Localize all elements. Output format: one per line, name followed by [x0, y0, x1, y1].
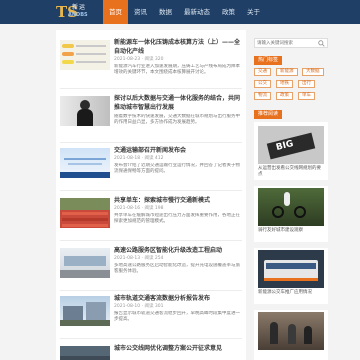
logo-chinese: 新运 — [72, 4, 87, 11]
divider — [60, 338, 242, 339]
search-icon[interactable] — [318, 40, 325, 47]
tags-section-title: 热门标签 — [254, 56, 283, 65]
sidebar: 热门标签 交通 新能源 大数据 公交 地铁 出行 物流 政策 单车 推荐阅读 B… — [254, 30, 328, 360]
article-thumbnail[interactable] — [60, 346, 110, 360]
article-excerpt: 新能源汽车行业进入加速发展期，压铸工艺与产线布局成为降本增效的关键环节，本文围绕… — [114, 64, 240, 75]
search-input[interactable] — [257, 40, 315, 47]
nav-item-latest[interactable]: 最新动态 — [178, 0, 216, 24]
tag[interactable]: 新能源 — [276, 68, 298, 76]
tag[interactable]: 出行 — [298, 80, 315, 88]
list-item[interactable]: 城市公交线网优化调整方案公开征求意见 — [56, 342, 246, 360]
article-title[interactable]: 城市轨道交通客流数据分析报告发布 — [114, 294, 242, 303]
logo-subtext: ANDBS — [68, 12, 88, 18]
tag[interactable]: 公交 — [254, 80, 271, 88]
divider — [60, 142, 242, 143]
nav-item-about[interactable]: 关于 — [241, 0, 266, 24]
article-meta: 2021-08-10 · 阅读 301 — [114, 304, 164, 309]
article-thumbnail[interactable] — [60, 296, 110, 326]
nav-item-policy[interactable]: 政策 — [216, 0, 241, 24]
nav-item-news[interactable]: 资讯 — [128, 0, 153, 24]
list-item[interactable]: 交通运输部召开新闻发布会 2021-08-18 · 阅读 412 发布会介绍了近… — [56, 144, 246, 188]
recommend-card[interactable]: 骑行友好城市建设观察 — [254, 186, 328, 242]
list-item[interactable]: 高速公路服务区智能化升级改造工程启动 2021-08-13 · 阅读 254 多… — [56, 244, 246, 288]
recommend-caption[interactable]: 从运营出发看公交线网规划的要点 — [258, 166, 324, 178]
article-thumbnail[interactable] — [60, 96, 110, 126]
list-item[interactable]: 新能源车一体化压铸成本核算方法（上）——全自动化产线 2021-08-23 · … — [56, 36, 246, 86]
tag[interactable]: 物流 — [254, 92, 271, 100]
article-excerpt: 多地高速公路服务区启动智能化改造，提升充电设施覆盖率与旅客服务体验。 — [114, 263, 240, 274]
tag[interactable]: 单车 — [298, 92, 315, 100]
tag[interactable]: 大数据 — [302, 68, 324, 76]
search-box — [254, 38, 328, 48]
top-navigation-bar: TS ANDBS 新运 首页 资讯 数据 最新动态 政策 关于 — [0, 0, 360, 24]
article-list: 新能源车一体化压铸成本核算方法（上）——全自动化产线 2021-08-23 · … — [56, 30, 246, 360]
article-title[interactable]: 探讨以后大数据与交通一体化服务的结合，共同推动城市智慧出行发展 — [114, 94, 242, 112]
article-title[interactable]: 交通运输部召开新闻发布会 — [114, 146, 242, 155]
recommend-image[interactable] — [258, 312, 324, 350]
article-excerpt: 随着数字技术的快速发展，交通大数据在城市规划与出行服务中的作用日益凸显，多方协作… — [114, 114, 240, 125]
divider — [60, 190, 242, 191]
article-meta: 2021-08-23 · 阅读 320 — [114, 57, 164, 62]
article-excerpt: 报告显示城市轨道交通客流稳步回升，早晚高峰时段集中度进一步提高。 — [114, 311, 240, 322]
recommend-card[interactable] — [254, 310, 328, 360]
article-title[interactable]: 高速公路服务区智能化升级改造工程启动 — [114, 246, 242, 255]
list-item[interactable]: 城市轨道交通客流数据分析报告发布 2021-08-10 · 阅读 301 报告显… — [56, 292, 246, 338]
recommend-caption[interactable]: 骑行友好城市建设观察 — [258, 228, 324, 234]
article-meta: 2021-08-16 · 阅读 198 — [114, 206, 164, 211]
article-thumbnail[interactable] — [60, 148, 110, 178]
article-title[interactable]: 城市公交线网优化调整方案公开征求意见 — [114, 344, 242, 353]
article-thumbnail[interactable] — [60, 40, 110, 70]
article-title[interactable]: 共享单车：探索城市慢行交通新模式 — [114, 196, 242, 205]
nav-item-data[interactable]: 数据 — [153, 0, 178, 24]
divider — [60, 240, 242, 241]
recommend-image[interactable] — [258, 250, 324, 288]
tag[interactable]: 交通 — [254, 68, 271, 76]
recommend-section-title: 推荐阅读 — [254, 110, 283, 119]
divider — [60, 88, 242, 89]
recommend-image[interactable]: BIG — [258, 126, 324, 164]
article-meta: 2021-08-13 · 阅读 254 — [114, 256, 164, 261]
list-item[interactable]: 探讨以后大数据与交通一体化服务的结合，共同推动城市智慧出行发展 随着数字技术的快… — [56, 92, 246, 140]
nav-item-home[interactable]: 首页 — [103, 0, 128, 24]
article-excerpt: 共享单车在缓解城市短途出行压力方面发挥重要作用，各地正在探索更加规范的管理模式。 — [114, 213, 240, 224]
divider — [60, 290, 242, 291]
recommend-card[interactable]: BIG 从运营出发看公交线网规划的要点 — [254, 122, 328, 180]
recommend-caption[interactable]: 新能源公交车推广应用情况 — [258, 290, 324, 296]
recommend-image[interactable] — [258, 188, 324, 226]
article-meta: 2021-08-18 · 阅读 412 — [114, 156, 164, 161]
article-thumbnail[interactable] — [60, 198, 110, 228]
main-nav: 首页 资讯 数据 最新动态 政策 关于 — [103, 0, 266, 24]
article-title[interactable]: 新能源车一体化压铸成本核算方法（上）——全自动化产线 — [114, 38, 242, 56]
article-thumbnail[interactable] — [60, 248, 110, 278]
tag[interactable]: 地铁 — [276, 80, 293, 88]
article-excerpt: 发布会介绍了近期交通运输行业运行情况，并回答了记者关于物流保通保畅等方面的提问。 — [114, 163, 240, 174]
tag[interactable]: 政策 — [276, 92, 293, 100]
list-item[interactable]: 共享单车：探索城市慢行交通新模式 2021-08-16 · 阅读 198 共享单… — [56, 194, 246, 238]
recommend-card[interactable]: 新能源公交车推广应用情况 — [254, 248, 328, 304]
